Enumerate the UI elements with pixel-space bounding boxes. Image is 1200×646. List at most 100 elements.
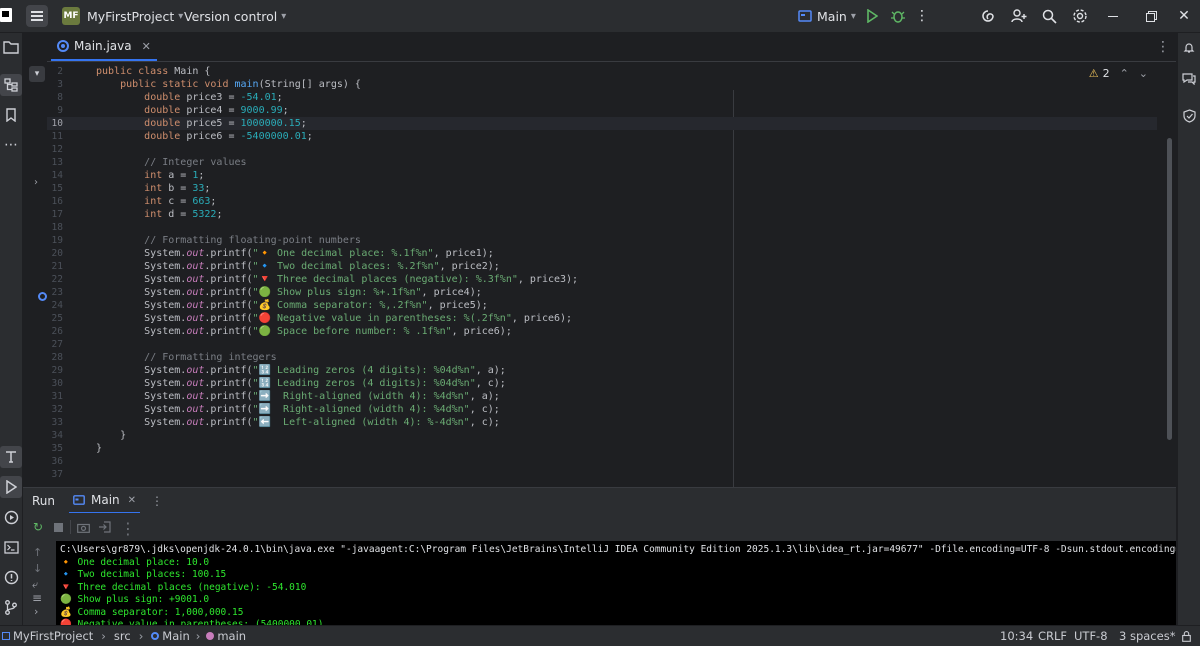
code-line[interactable]: 22 System.out.printf("🔻 Three decimal pl…: [47, 273, 1157, 286]
code-line[interactable]: 16 int c = 663;: [47, 195, 1157, 208]
line-number[interactable]: 15: [47, 182, 63, 195]
run-tool-button[interactable]: [0, 476, 22, 498]
run-button[interactable]: [862, 6, 882, 26]
security-tool-button[interactable]: [1178, 105, 1200, 127]
line-number[interactable]: 22: [47, 273, 63, 286]
restore-button[interactable]: [1141, 6, 1161, 26]
code-line[interactable]: 31 System.out.printf("➡️ Right-aligned (…: [47, 390, 1157, 403]
run-tab-main[interactable]: Main ✕: [69, 488, 141, 514]
code-line[interactable]: 12: [47, 143, 1157, 156]
settings-button[interactable]: [1070, 6, 1090, 26]
breadcrumb-item[interactable]: main: [217, 629, 246, 643]
line-number[interactable]: 17: [47, 208, 63, 221]
code-editor[interactable]: ⚠ 2 ⌃ ⌄ 2 public class Main {3 public sta…: [47, 62, 1176, 487]
code-line[interactable]: 13 // Integer values: [47, 156, 1157, 169]
line-number[interactable]: 10: [47, 117, 63, 130]
close-window-button[interactable]: ✕: [1174, 6, 1194, 26]
code-line[interactable]: 24 System.out.printf("💰 Comma separator:…: [47, 299, 1157, 312]
code-line[interactable]: 36: [47, 455, 1157, 468]
code-line[interactable]: 29 System.out.printf("🔢 Leading zeros (4…: [47, 364, 1157, 377]
more-vertical-icon[interactable]: ⋮: [120, 519, 136, 538]
services-tool-button[interactable]: [0, 506, 22, 528]
code-line[interactable]: 20 System.out.printf("🔸 One decimal plac…: [47, 247, 1157, 260]
code-line[interactable]: 26 System.out.printf("🟢 Space before num…: [47, 325, 1157, 338]
main-menu-button[interactable]: [26, 5, 48, 27]
code-line[interactable]: 14 int a = 1;: [47, 169, 1157, 182]
line-separator[interactable]: CRLF: [1038, 626, 1067, 646]
arrow-up-icon[interactable]: ↑: [33, 546, 42, 559]
lock-icon[interactable]: [1182, 626, 1191, 646]
code-line[interactable]: 37: [47, 468, 1157, 481]
line-number[interactable]: 16: [47, 195, 63, 208]
chevron-right-icon[interactable]: ›: [34, 605, 38, 618]
line-number[interactable]: 27: [47, 338, 63, 351]
vcs-widget[interactable]: Version control ▾: [184, 0, 286, 32]
line-number[interactable]: 31: [47, 390, 63, 403]
line-number[interactable]: 8: [47, 91, 63, 104]
line-number[interactable]: 36: [47, 455, 63, 468]
line-number[interactable]: 9: [47, 104, 63, 117]
minimize-button[interactable]: [1103, 6, 1123, 26]
collapse-button[interactable]: ▾: [29, 66, 45, 82]
line-number[interactable]: 11: [47, 130, 63, 143]
code-line[interactable]: 28 // Formatting integers: [47, 351, 1157, 364]
code-line[interactable]: 19 // Formatting floating-point numbers: [47, 234, 1157, 247]
code-line[interactable]: 9 double price4 = 9000.99;: [47, 104, 1157, 117]
code-line[interactable]: 30 System.out.printf("🔢 Leading zeros (4…: [47, 377, 1157, 390]
tab-main-java[interactable]: Main.java ✕: [51, 33, 157, 61]
console-output[interactable]: C:\Users\gr879\.jdks\openjdk-24.0.1\bin\…: [56, 541, 1176, 625]
code-line[interactable]: 2 public class Main {: [47, 65, 1157, 78]
code-line[interactable]: 33 System.out.printf("⬅️ Left-aligned (w…: [47, 416, 1157, 429]
project-tool-button[interactable]: [0, 36, 22, 58]
more-vertical-icon[interactable]: ⋮: [151, 494, 163, 508]
line-number[interactable]: 18: [47, 221, 63, 234]
ai-assistant-button[interactable]: [978, 6, 998, 26]
more-tools-button[interactable]: ⋯: [0, 134, 22, 156]
bookmarks-tool-button[interactable]: [0, 104, 22, 126]
line-number[interactable]: 24: [47, 299, 63, 312]
search-button[interactable]: [1039, 6, 1059, 26]
code-line[interactable]: 10 double price5 = 1000000.15;: [47, 117, 1157, 130]
ai-chat-tool-button[interactable]: [1178, 67, 1200, 89]
breadcrumb-item[interactable]: MyFirstProject: [13, 629, 93, 643]
line-number[interactable]: 29: [47, 364, 63, 377]
structure-tool-button[interactable]: [0, 74, 22, 96]
line-number[interactable]: 37: [47, 468, 63, 481]
line-number[interactable]: 20: [47, 247, 63, 260]
close-tab-icon[interactable]: ✕: [128, 495, 136, 506]
git-tool-button[interactable]: [0, 596, 22, 618]
line-number[interactable]: 21: [47, 260, 63, 273]
run-config-selector[interactable]: Main ▾: [798, 0, 856, 32]
code-line[interactable]: 18: [47, 221, 1157, 234]
rerun-icon[interactable]: ↻: [33, 520, 43, 534]
notifications-tool-button[interactable]: [1178, 37, 1200, 59]
line-number[interactable]: 35: [47, 442, 63, 455]
add-user-button[interactable]: [1009, 6, 1029, 26]
terminal-tool-button[interactable]: [0, 446, 22, 468]
line-number[interactable]: 25: [47, 312, 63, 325]
caret-position[interactable]: 10:34: [1000, 626, 1033, 646]
line-number[interactable]: 23: [47, 286, 63, 299]
code-line[interactable]: 15 int b = 33;: [47, 182, 1157, 195]
more-actions-button[interactable]: ⋮: [912, 6, 932, 26]
code-line[interactable]: 23 System.out.printf("🟢 Show plus sign: …: [47, 286, 1157, 299]
line-number[interactable]: 34: [47, 429, 63, 442]
code-line[interactable]: 3 public static void main(String[] args)…: [47, 78, 1157, 91]
line-number[interactable]: 26: [47, 325, 63, 338]
debug-button[interactable]: [888, 6, 908, 26]
code-line[interactable]: 17 int d = 5322;: [47, 208, 1157, 221]
filter-lines-icon[interactable]: ≡: [32, 591, 42, 605]
arrow-down-icon[interactable]: ↓: [33, 562, 42, 575]
breadcrumb-item[interactable]: src: [114, 629, 131, 643]
code-line[interactable]: 21 System.out.printf("🔹 Two decimal plac…: [47, 260, 1157, 273]
chevron-right-icon[interactable]: ›: [34, 177, 38, 188]
code-line[interactable]: 34 }: [47, 429, 1157, 442]
line-number[interactable]: 3: [47, 78, 63, 91]
code-line[interactable]: 8 double price3 = -54.01;: [47, 91, 1157, 104]
camera-icon[interactable]: [77, 522, 90, 533]
breadcrumb-item[interactable]: Main: [162, 629, 189, 643]
code-line[interactable]: 25 System.out.printf("🔴 Negative value i…: [47, 312, 1157, 325]
file-encoding[interactable]: UTF-8: [1074, 626, 1108, 646]
line-number[interactable]: 32: [47, 403, 63, 416]
problems-tool-button[interactable]: [0, 566, 22, 588]
